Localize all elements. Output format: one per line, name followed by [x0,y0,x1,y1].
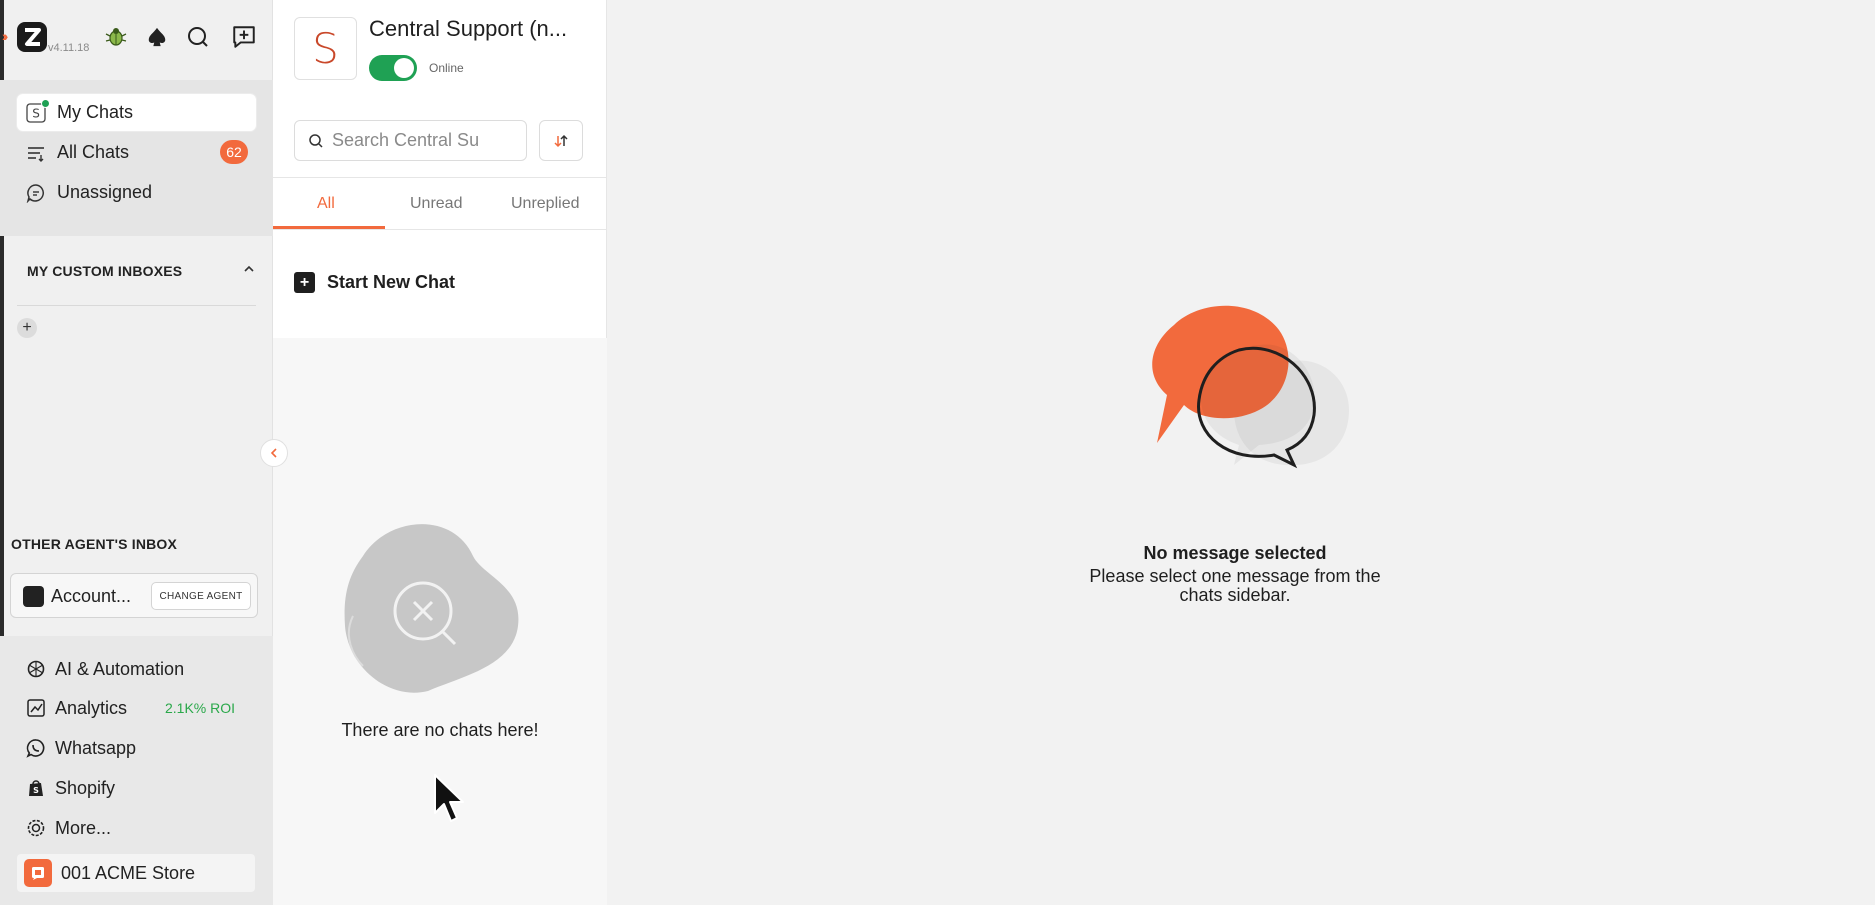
svg-text:S: S [32,106,40,120]
change-agent-button[interactable]: CHANGE AGENT [151,582,251,610]
toggle-knob [394,58,414,78]
nav-item-all-chats[interactable]: All Chats 62 [17,134,256,171]
start-new-chat-button[interactable]: + Start New Chat [294,272,455,293]
analytics-roi: 2.1K% ROI [165,700,236,716]
custom-inboxes-divider [17,305,256,306]
sort-button[interactable] [539,120,583,161]
online-toggle[interactable] [369,55,417,81]
no-chats-illustration [344,524,519,693]
mouse-cursor-icon [434,774,464,822]
nav-item-whatsapp[interactable]: Whatsapp [25,733,136,763]
tab-unreplied[interactable]: Unreplied [511,195,579,213]
plus-square-icon: + [294,272,315,293]
nav-label-more: More... [55,817,112,838]
nav-label-my-chats: My Chats [57,102,134,122]
tabs-top-border [273,177,607,178]
svg-text:S: S [33,786,39,795]
store-name: 001 ACME Store [61,862,196,883]
search-icon[interactable] [184,23,212,51]
tabs-bottom-border [273,229,607,230]
app-version: v4.11.18 [48,42,90,54]
inbox-s-icon: S [25,98,50,124]
empty-state-title: No message selected [1143,543,1327,563]
sidebar-topbar: ›› v4.11.18 [0,0,273,75]
main-nav: S My Chats All Chats 62 Unassigned [0,80,273,236]
agent-name: Account... [51,586,132,606]
tab-unread[interactable]: Unread [410,195,462,213]
zoko-logo [17,22,47,52]
nav-item-more[interactable]: More... [25,813,111,843]
chat-bubble-icon [25,182,47,204]
online-status-label: Online [429,61,464,75]
online-dot [41,98,50,108]
start-new-chat-label: Start New Chat [327,272,456,292]
whatsapp-icon [25,737,47,759]
nav-label-whatsapp: Whatsapp [55,737,137,758]
sort-arrows-icon [554,134,568,147]
chat-list-panel: S Central Support (n... Online All Unrea… [273,0,607,905]
empty-chat-list: There are no chats here! [273,338,607,905]
analytics-icon [25,697,47,719]
nav-item-analytics[interactable]: Analytics [25,693,127,723]
search-box [294,120,527,161]
openai-icon [25,658,47,680]
expand-arrows-icon[interactable]: ›› [2,28,9,44]
list-filter-icon [25,142,47,164]
custom-inboxes-header: MY CUSTOM INBOXES [27,263,183,279]
shopify-icon: S [25,777,47,799]
no-chats-text: There are no chats here! [341,720,539,740]
no-message-illustration [1152,305,1349,469]
store-icon [24,859,52,887]
sidebar: ›› v4.11.18 S My Chats All Chats 62 Unas… [0,0,273,905]
message-detail-panel: No message selected Please select one me… [607,0,1875,905]
store-switcher[interactable]: 001 ACME Store [17,854,255,892]
nav-item-shopify[interactable]: S Shopify [25,773,115,803]
nav-label-analytics: Analytics [55,697,128,718]
agent-selector: Account... CHANGE AGENT [10,573,258,618]
inbox-title[interactable]: Central Support (n... [369,16,567,42]
nav-label-shopify: Shopify [55,777,116,798]
other-agents-header: OTHER AGENT'S INBOX [11,536,178,552]
nav-label-unassigned: Unassigned [57,182,153,202]
search-icon [309,133,323,148]
agent-avatar [23,586,44,607]
tab-all[interactable]: All [317,195,335,213]
spade-icon[interactable] [143,23,171,51]
empty-state-subtitle: Please select one message from the chats… [1089,566,1381,605]
all-chats-count-badge: 62 [220,140,248,164]
nav-item-ai-automation[interactable]: AI & Automation [25,654,184,684]
search-input[interactable] [332,130,502,151]
inbox-avatar: S [294,17,357,80]
new-chat-icon[interactable] [230,23,258,51]
nav-item-unassigned[interactable]: Unassigned [17,174,256,211]
chevron-up-icon[interactable] [242,262,256,281]
collapse-sidebar-button[interactable] [260,439,288,467]
bug-icon[interactable] [102,23,130,51]
nav-item-my-chats[interactable]: S My Chats [17,94,256,131]
add-custom-inbox-button[interactable]: + [17,318,37,338]
nav-label-all-chats: All Chats [57,142,130,162]
chevron-left-icon [270,448,277,458]
gear-icon [25,817,47,839]
nav-label-ai-automation: AI & Automation [55,658,185,679]
